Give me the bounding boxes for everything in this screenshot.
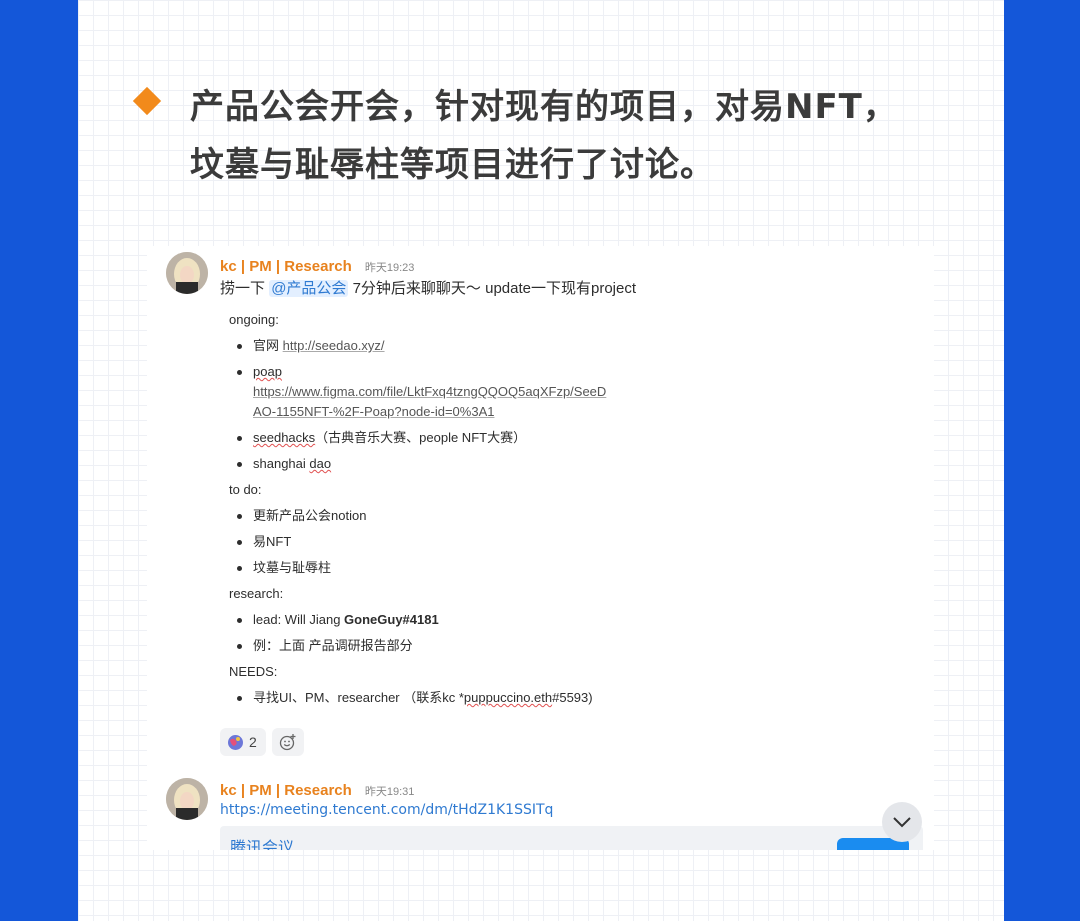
- list-item-label: 官网: [253, 338, 280, 353]
- list-item-label: lead: Will Jiang: [253, 612, 345, 627]
- link-preview-embed[interactable]: 腾讯会议: [220, 826, 923, 850]
- message-header: kc | PM | Research 昨天19:31: [220, 780, 414, 799]
- list-item-label: seedhacks: [253, 430, 316, 445]
- contact-handle: puppuccino.eth: [463, 690, 553, 705]
- section-title-needs: NEEDS:: [229, 664, 278, 679]
- figma-link[interactable]: https://www.figma.com/file/LktFxq4tzngQQ…: [253, 382, 649, 402]
- author-name[interactable]: kc | PM | Research: [220, 782, 352, 799]
- list-item-suffix: #5593): [552, 690, 593, 705]
- figma-link-continued[interactable]: AO-1155NFT-%2F-Poap?node-id=0%3A1: [253, 402, 649, 422]
- list-item: 寻找UI、PM、researcher （联系kc *puppuccino.eth…: [229, 688, 649, 708]
- official-site-link[interactable]: http://seedao.xyz/: [283, 338, 385, 353]
- message-prefix: 捞一下: [220, 280, 266, 297]
- embed-title[interactable]: 腾讯会议: [230, 834, 294, 850]
- list-item: lead: Will Jiang GoneGuy#4181: [229, 610, 649, 630]
- list-item-label-2: dao: [309, 456, 332, 471]
- list-item: 例：上面 产品调研报告部分: [229, 636, 649, 656]
- list-item: 更新产品公会notion: [229, 506, 649, 526]
- list-item: poap https://www.figma.com/file/LktFxq4t…: [229, 362, 649, 422]
- list-item-note: （古典音乐大赛、people NFT大赛）: [315, 430, 527, 445]
- section-title-todo: to do:: [229, 482, 262, 497]
- section-title-ongoing: ongoing:: [229, 312, 279, 327]
- list-item: 易NFT: [229, 532, 649, 552]
- message-body: ongoing: 官网 http://seedao.xyz/ poap http…: [229, 310, 649, 714]
- chat-screenshot: kc | PM | Research 昨天19:23 捞一下 @产品公会 7分钟…: [147, 246, 934, 850]
- chevron-down-icon: [893, 817, 911, 828]
- chat-message: kc | PM | Research 昨天19:23 捞一下 @产品公会 7分钟…: [147, 246, 934, 766]
- globe-emoji-icon: [228, 734, 243, 750]
- scroll-down-button[interactable]: [882, 802, 922, 842]
- headline-line-1: 产品公会开会，针对现有的项目，对易NFT，: [190, 87, 898, 127]
- mention-link[interactable]: @产品公会: [269, 280, 349, 297]
- avatar[interactable]: [166, 252, 208, 294]
- message-header: kc | PM | Research 昨天19:23: [220, 256, 414, 275]
- list-item: 官网 http://seedao.xyz/: [229, 336, 649, 356]
- add-reaction-button[interactable]: [272, 728, 304, 756]
- avatar[interactable]: [166, 778, 208, 820]
- list-item-label: 寻找UI、PM、researcher （联系kc *: [253, 690, 464, 705]
- section-title-research: research:: [229, 586, 284, 601]
- reaction-button[interactable]: 2: [220, 728, 266, 756]
- message-text: 捞一下 @产品公会 7分钟后来聊聊天～ update一下现有project: [220, 277, 636, 298]
- timestamp: 昨天19:31: [364, 786, 415, 798]
- headline-line-2: 坟墓与耻辱柱等项目进行了讨论。: [190, 145, 715, 185]
- list-item: shanghai dao: [229, 454, 649, 474]
- add-reaction-icon: [279, 734, 296, 751]
- timestamp: 昨天19:23: [364, 262, 415, 274]
- reaction-count: 2: [249, 734, 257, 750]
- meeting-link[interactable]: https://meeting.tencent.com/dm/tHdZ1K1SS…: [220, 802, 553, 818]
- list-item: seedhacks（古典音乐大赛、people NFT大赛）: [229, 428, 649, 448]
- list-item-label: shanghai: [253, 456, 310, 471]
- list-item-label: poap: [253, 364, 282, 379]
- list-item: 坟墓与耻辱柱: [229, 558, 649, 578]
- headline: 产品公会开会，针对现有的项目，对易NFT， 坟墓与耻辱柱等项目进行了讨论。: [190, 78, 930, 194]
- message-suffix: 7分钟后来聊聊天～ update一下现有project: [352, 280, 637, 297]
- lead-name: GoneGuy#4181: [344, 612, 439, 627]
- author-name[interactable]: kc | PM | Research: [220, 258, 352, 275]
